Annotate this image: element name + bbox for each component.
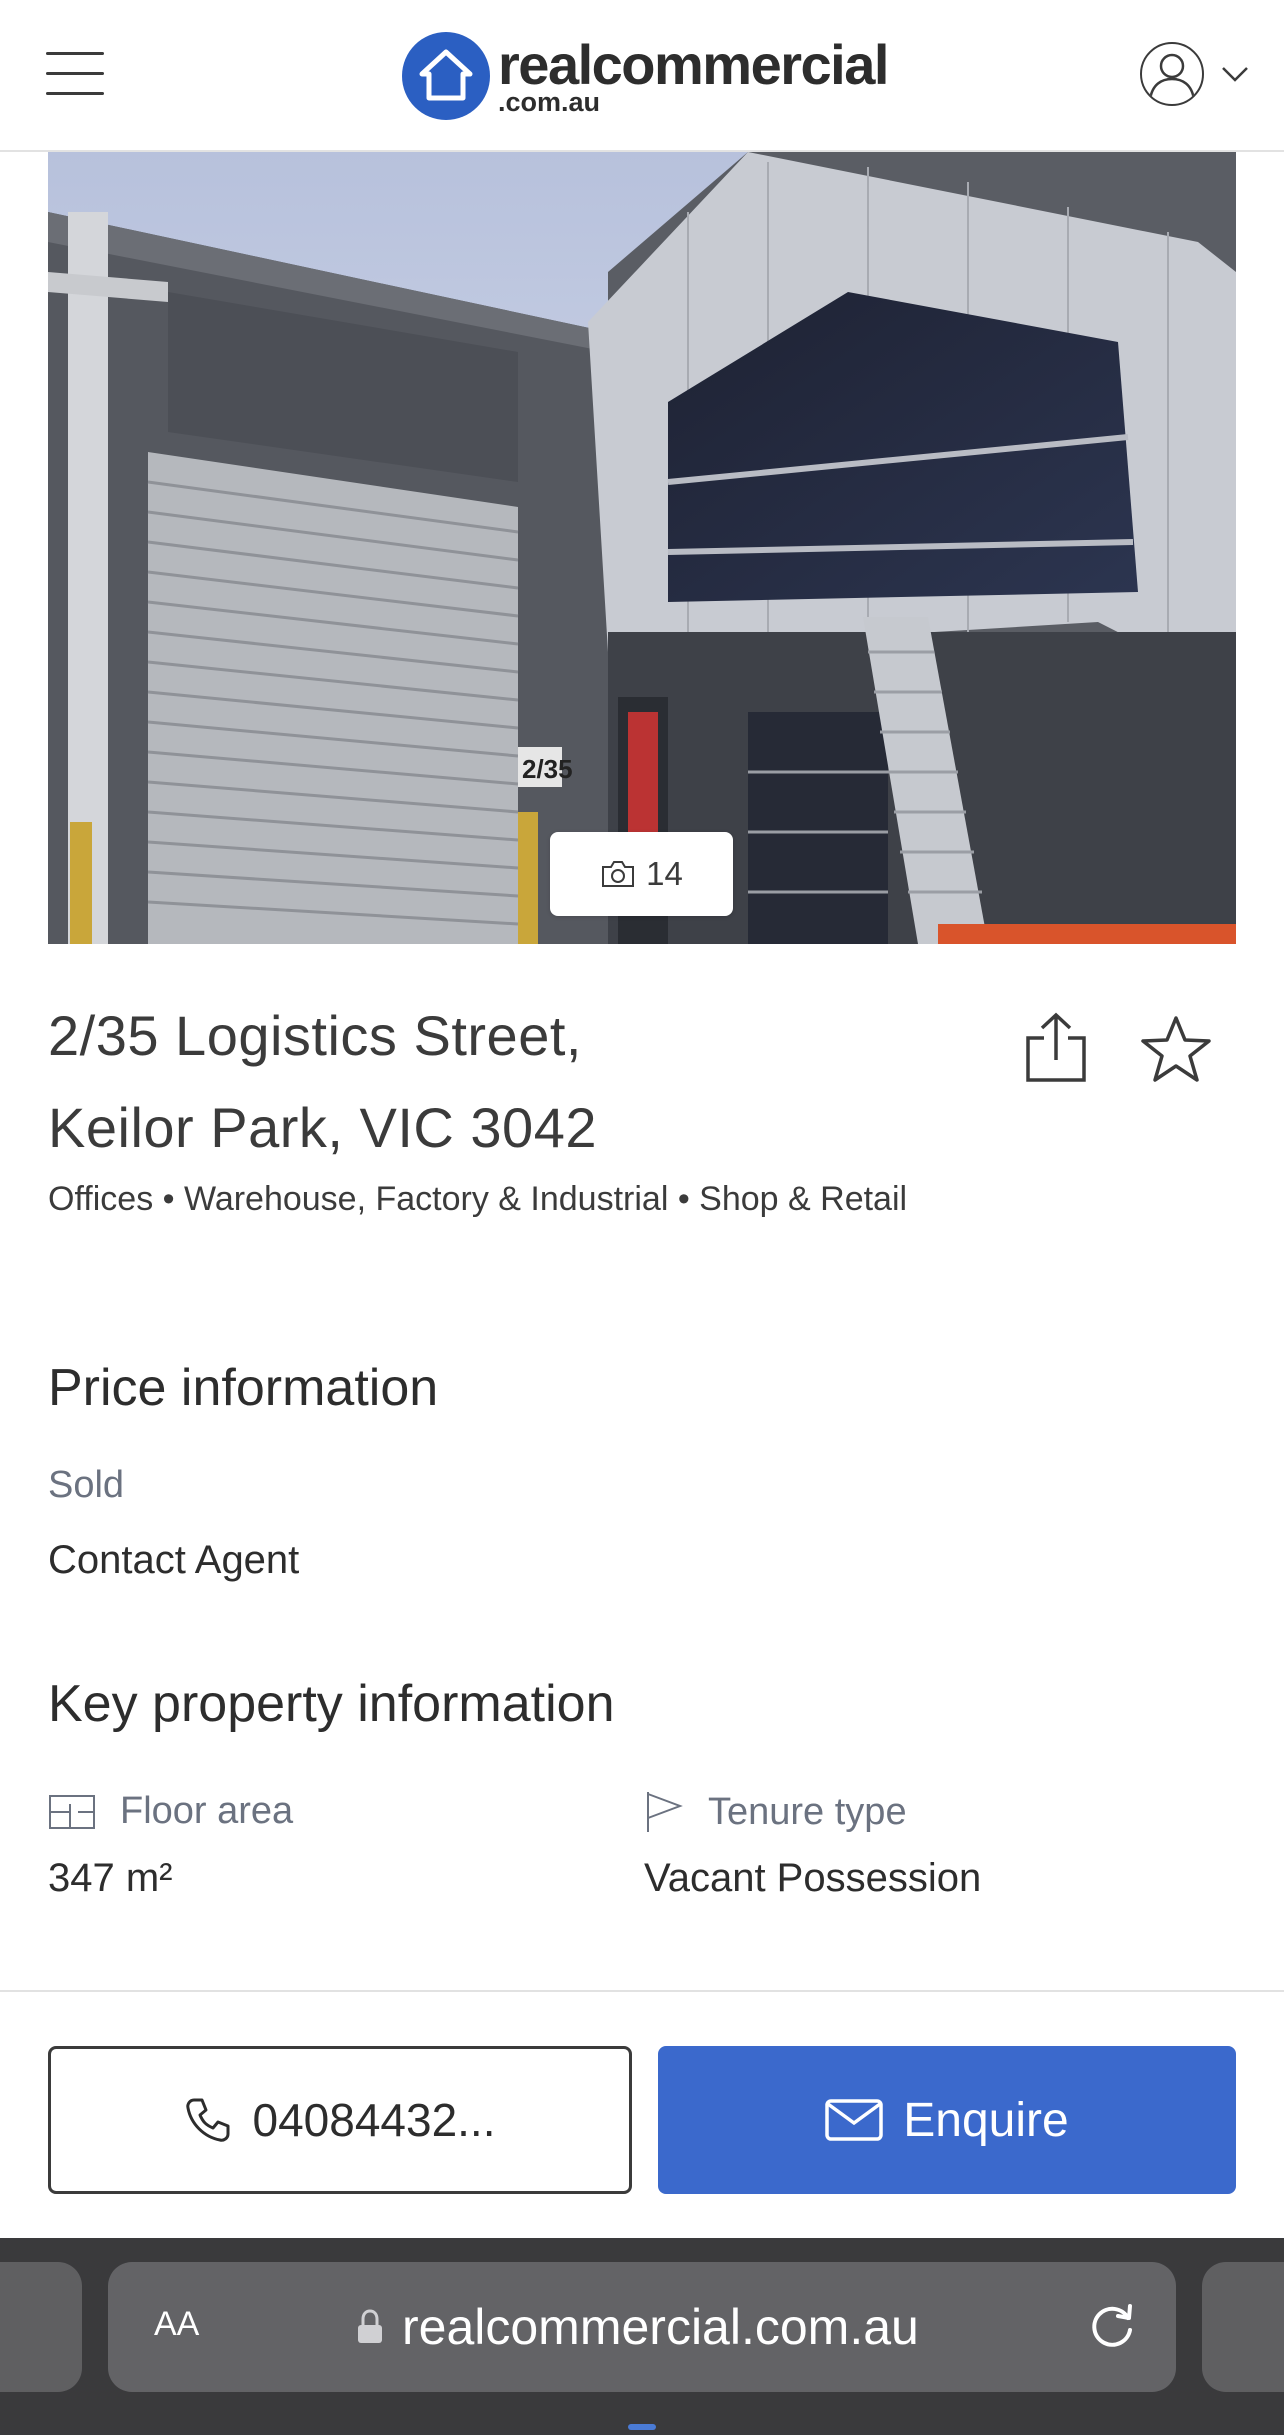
- enquire-button[interactable]: Enquire: [658, 2046, 1236, 2194]
- tenure-label: Tenure type: [708, 1790, 907, 1833]
- account-menu-button[interactable]: [1140, 40, 1260, 108]
- property-photo[interactable]: 2/35: [48, 152, 1236, 944]
- url-text: realcommercial.com.au: [402, 2299, 919, 2355]
- reader-options-button[interactable]: AA: [154, 2296, 199, 2346]
- house-logo-icon: [402, 32, 490, 120]
- svg-text:2/35: 2/35: [522, 754, 573, 784]
- envelope-icon: [825, 2099, 884, 2141]
- previous-tab-preview[interactable]: [0, 2262, 82, 2392]
- photo-count: 14: [646, 855, 683, 892]
- call-agent-button[interactable]: 04084432...: [48, 2046, 632, 2194]
- share-button[interactable]: [1018, 1010, 1094, 1086]
- property-address: 2/35 Logistics Street, Keilor Park, VIC …: [48, 990, 948, 1174]
- price-value: Contact Agent: [48, 1538, 300, 1582]
- next-tab-preview[interactable]: [1202, 2262, 1284, 2392]
- favourite-button[interactable]: [1138, 1012, 1214, 1088]
- url-display[interactable]: realcommercial.com.au: [356, 2298, 919, 2356]
- camera-icon: [602, 861, 635, 887]
- flag-icon: [647, 1792, 683, 1832]
- floor-area-label-row: Floor area: [48, 1790, 293, 1833]
- price-status: Sold: [48, 1464, 125, 1506]
- price-heading: Price information: [48, 1359, 439, 1417]
- floor-area-value: 347 m²: [48, 1856, 173, 1900]
- browser-toolbar: AA realcommercial.com.au: [0, 2238, 1284, 2435]
- lock-icon: [358, 2309, 382, 2343]
- hamburger-menu-icon[interactable]: [46, 50, 106, 96]
- address-line-2: Keilor Park, VIC 3042: [48, 1096, 597, 1159]
- tenure-label-row: Tenure type: [644, 1790, 907, 1834]
- site-header: realcommercial .com.au: [0, 0, 1284, 152]
- photo-count-button[interactable]: 14: [550, 832, 733, 916]
- reader-options-label: AA: [154, 2305, 200, 2343]
- property-types: Offices • Warehouse, Factory & Industria…: [48, 1180, 908, 1218]
- contact-action-bar: 04084432... Enquire: [0, 1990, 1284, 2238]
- chevron-down-icon: [1222, 67, 1248, 82]
- address-line-1: 2/35 Logistics Street,: [48, 1004, 582, 1067]
- star-icon: [1141, 1016, 1211, 1082]
- home-indicator: [628, 2424, 656, 2430]
- floor-area-label: Floor area: [120, 1790, 294, 1832]
- phone-icon: [186, 2098, 230, 2142]
- enquire-button-label: Enquire: [903, 2093, 1069, 2147]
- call-button-label: 04084432...: [252, 2094, 496, 2146]
- site-logo[interactable]: realcommercial .com.au: [402, 30, 889, 122]
- reload-icon: [1092, 2304, 1132, 2347]
- logo-domain: .com.au: [498, 86, 601, 117]
- floor-plan-icon: [49, 1794, 95, 1829]
- tenure-value: Vacant Possession: [644, 1856, 982, 1900]
- key-info-heading: Key property information: [48, 1675, 615, 1733]
- reload-button[interactable]: [1082, 2296, 1142, 2356]
- user-icon: [1140, 42, 1204, 106]
- share-icon: [1026, 1012, 1086, 1082]
- logo-wordmark: realcommercial: [498, 32, 889, 96]
- address-bar[interactable]: AA realcommercial.com.au: [108, 2262, 1176, 2392]
